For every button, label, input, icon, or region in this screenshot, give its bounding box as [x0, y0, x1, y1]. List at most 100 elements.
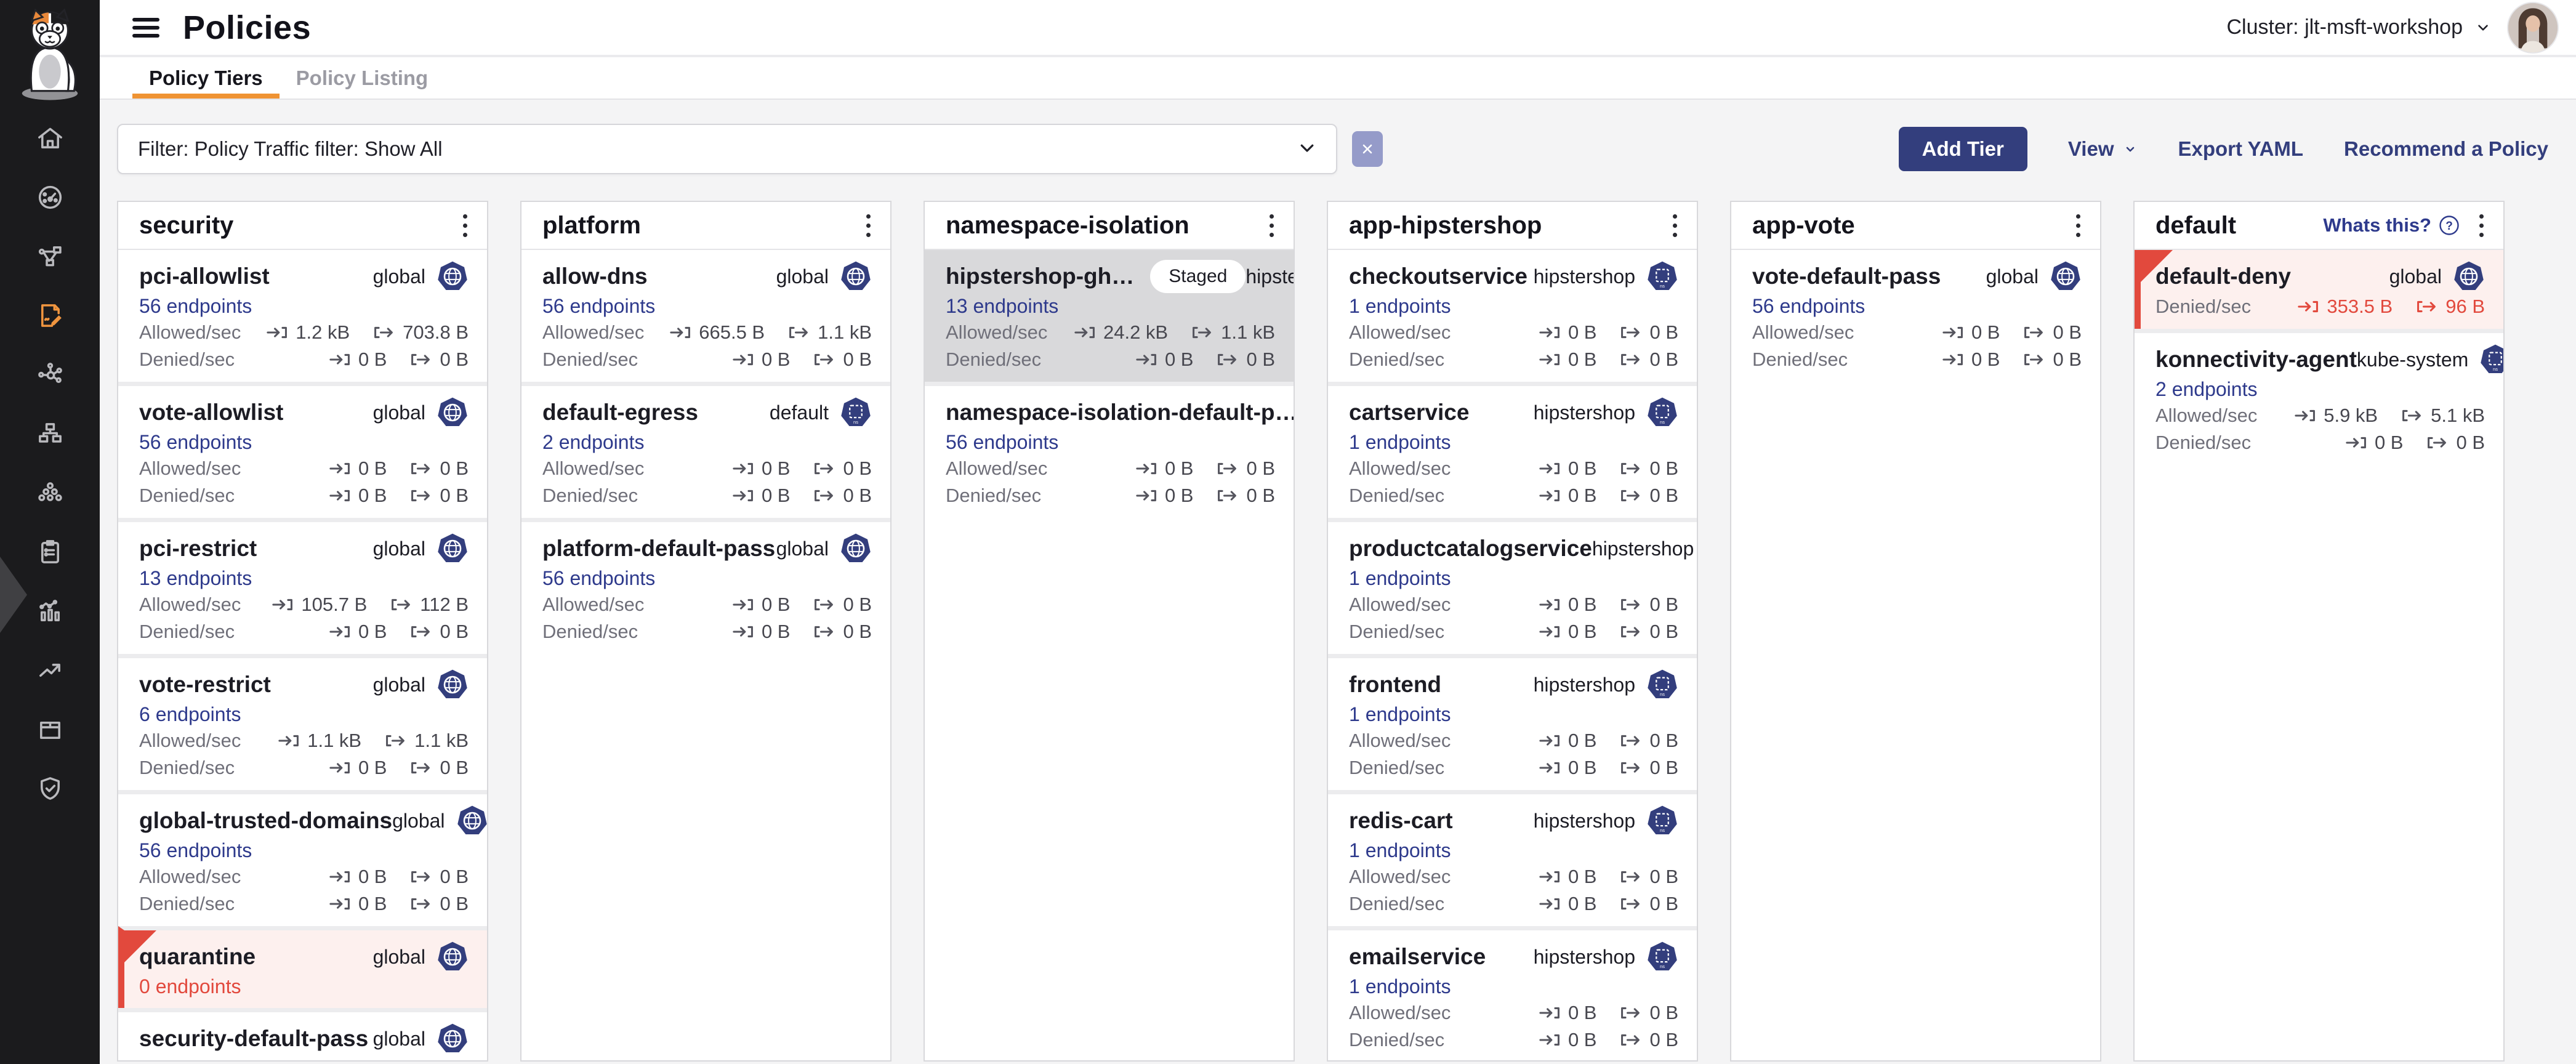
clear-filter-button[interactable] [1352, 131, 1383, 167]
endpoints-link[interactable]: 0 endpoints [139, 976, 241, 997]
tier-help-link[interactable]: Whats this? ? [2323, 214, 2460, 236]
sidebar-item-trends[interactable] [0, 640, 100, 699]
sidebar-item-endpoints[interactable] [0, 463, 100, 522]
trend-up-arrow-icon [36, 656, 65, 685]
policy-card[interactable]: hipstershop-gh… Staged hipstershop ns 13… [925, 250, 1294, 382]
sidebar-item-policies[interactable] [0, 286, 100, 345]
toolbar: Filter: Policy Traffic filter: Show All … [117, 124, 2548, 174]
ingress-arrow-icon [1135, 353, 1157, 366]
export-yaml-button[interactable]: Export YAML [2178, 137, 2304, 161]
endpoints-link[interactable]: 56 endpoints [139, 840, 252, 861]
policy-card[interactable]: frontend hipstershop ns 1 endpoints Allo… [1328, 654, 1697, 790]
tabs-bar: Policy Tiers Policy Listing [100, 57, 2576, 100]
tier-column: platform allow-dns global 56 endpoints A… [520, 201, 892, 1062]
policy-card[interactable]: cartservice hipstershop ns 1 endpoints A… [1328, 382, 1697, 518]
namespace-scope-icon: ns [1646, 397, 1678, 429]
allowed-label: Allowed/sec [1349, 321, 1451, 344]
denied-per-sec-row: Denied/sec 0 B 0 B [542, 349, 872, 371]
sidebar-item-dashboard[interactable] [0, 167, 100, 227]
sidebar-item-reports[interactable] [0, 522, 100, 581]
policy-card[interactable]: vote-allowlist global 56 endpoints Allow… [118, 382, 487, 518]
policy-card[interactable]: checkoutservice hipstershop ns 1 endpoin… [1328, 250, 1697, 382]
sidebar-item-network-topology[interactable] [0, 227, 100, 286]
policy-card[interactable]: vote-default-pass global 56 endpoints Al… [1731, 250, 2100, 382]
endpoints-link[interactable]: 56 endpoints [542, 568, 655, 589]
view-menu-button[interactable]: View [2068, 137, 2138, 161]
tab-policy-tiers[interactable]: Policy Tiers [132, 57, 280, 99]
endpoints-link[interactable]: 1 endpoints [1349, 976, 1451, 997]
sidebar-item-hierarchy[interactable] [0, 404, 100, 463]
endpoints-link[interactable]: 1 endpoints [1349, 432, 1451, 453]
policy-card[interactable]: security-default-pass global [118, 1008, 487, 1060]
allowed-per-sec-row: Allowed/sec 0 B 0 B [1349, 321, 1678, 344]
sidebar-item-compliance[interactable] [0, 759, 100, 818]
endpoints-link[interactable]: 2 endpoints [542, 432, 644, 453]
user-avatar[interactable] [2507, 2, 2559, 54]
policy-name: security-default-pass [139, 1026, 368, 1052]
policy-card[interactable]: pci-allowlist global 56 endpoints Allowe… [118, 250, 487, 382]
policy-name: pci-restrict [139, 536, 257, 562]
allowed-label: Allowed/sec [946, 321, 1047, 344]
endpoints-link[interactable]: 1 endpoints [1349, 840, 1451, 861]
sidebar [0, 0, 100, 1064]
policy-card[interactable]: allow-dns global 56 endpoints Allowed/se… [521, 250, 890, 382]
sidebar-item-packages[interactable] [0, 699, 100, 759]
ingress-arrow-icon [1539, 462, 1561, 475]
policy-card[interactable]: platform-default-pass global 56 endpoint… [521, 518, 890, 654]
tier-menu-button[interactable] [1263, 208, 1280, 243]
denied-per-sec-row: Denied/sec 0 B 0 B [1349, 893, 1678, 915]
tier-menu-button[interactable] [860, 208, 877, 243]
endpoints-link[interactable]: 1 endpoints [1349, 704, 1451, 725]
policy-scope-label: hipstershop [1534, 946, 1635, 969]
sidebar-item-home[interactable] [0, 108, 100, 167]
egress-arrow-icon [788, 326, 810, 339]
policy-card[interactable]: namespace-isolation-default-p… global 56… [925, 382, 1294, 518]
denied-per-sec-row: Denied/sec 0 B 0 B [139, 485, 469, 507]
endpoints-link[interactable]: 13 endpoints [946, 296, 1058, 316]
policy-card[interactable]: productcatalogservice hipstershop ns 1 e… [1328, 518, 1697, 654]
policy-card[interactable]: emailservice hipstershop ns 1 endpoints … [1328, 926, 1697, 1060]
policy-card[interactable]: konnectivity-agent kube-system ns 2 endp… [2135, 329, 2503, 465]
endpoints-link[interactable]: 6 endpoints [139, 704, 241, 725]
cluster-selector[interactable]: Cluster: jlt-msft-workshop [2226, 15, 2491, 39]
endpoints-link[interactable]: 56 endpoints [946, 432, 1058, 453]
endpoints-link[interactable]: 13 endpoints [139, 568, 252, 589]
policy-card[interactable]: default-egress default ns 2 endpoints Al… [521, 382, 890, 518]
page-title: Policies [183, 9, 311, 47]
denied-per-sec-row: Denied/sec 0 B 0 B [1752, 349, 2082, 371]
tier-menu-button[interactable] [1667, 208, 1683, 243]
policy-card-header: vote-restrict global [139, 671, 469, 699]
endpoints-link[interactable]: 1 endpoints [1349, 568, 1451, 589]
sidebar-item-service-graph[interactable] [0, 345, 100, 404]
policy-card[interactable]: vote-restrict global 6 endpoints Allowed… [118, 654, 487, 790]
tab-policy-listing[interactable]: Policy Listing [280, 57, 445, 99]
endpoints-link[interactable]: 1 endpoints [1349, 296, 1451, 316]
tier-menu-button[interactable] [2070, 208, 2087, 243]
allowed-ingress-value: 0 B [1539, 1002, 1597, 1024]
policy-card[interactable]: default-deny global Denied/sec 353.5 B 9… [2135, 250, 2503, 329]
endpoints-link[interactable]: 56 endpoints [542, 296, 655, 316]
policy-card-header: quarantine global [139, 943, 469, 971]
policy-scope-label: hipstershop [1534, 810, 1635, 832]
allowed-per-sec-row: Allowed/sec 0 B 0 B [1349, 594, 1678, 616]
add-tier-button[interactable]: Add Tier [1899, 127, 2027, 171]
recommend-policy-button[interactable]: Recommend a Policy [2344, 137, 2548, 161]
ingress-arrow-icon [1539, 897, 1561, 911]
endpoints-link[interactable]: 56 endpoints [139, 296, 252, 316]
policy-card[interactable]: redis-cart hipstershop ns 1 endpoints Al… [1328, 790, 1697, 926]
namespace-scope-icon: ns [1646, 669, 1678, 701]
tier-menu-button[interactable] [2473, 208, 2490, 243]
ingress-arrow-icon [1539, 1033, 1561, 1047]
endpoints-link[interactable]: 56 endpoints [139, 432, 252, 453]
policy-filter-dropdown[interactable]: Filter: Policy Traffic filter: Show All [117, 124, 1337, 174]
policy-card[interactable]: quarantine global 0 endpoints [118, 926, 487, 1008]
endpoints-link[interactable]: 56 endpoints [1752, 296, 1865, 316]
policy-card[interactable]: global-trusted-domains global 56 endpoin… [118, 790, 487, 926]
denied-label: Denied/sec [139, 621, 235, 643]
hamburger-menu-button[interactable] [132, 18, 159, 38]
sidebar-item-metrics[interactable] [0, 581, 100, 640]
tier-menu-button[interactable] [457, 208, 473, 243]
policies-icon [36, 301, 65, 330]
endpoints-link[interactable]: 2 endpoints [2155, 379, 2257, 400]
policy-card[interactable]: pci-restrict global 13 endpoints Allowed… [118, 518, 487, 654]
